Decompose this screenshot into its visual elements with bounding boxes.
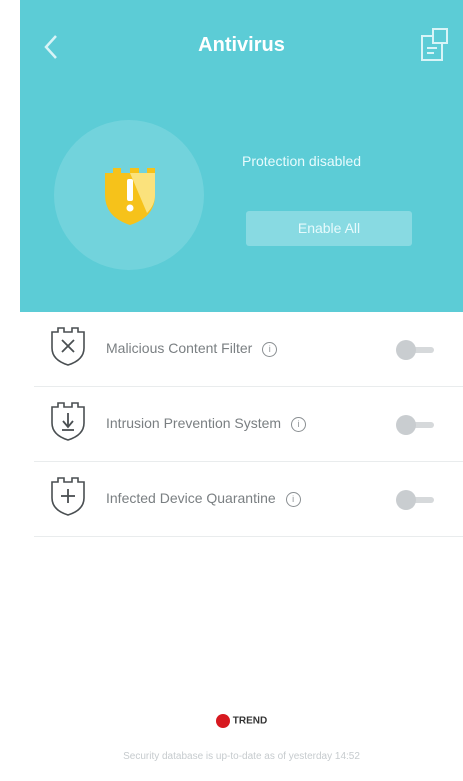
shield-warning-icon xyxy=(105,168,155,225)
feature-list: Malicious Content Filter i Intrusion Prev… xyxy=(20,312,463,537)
toggle-knob xyxy=(396,340,416,360)
info-icon[interactable]: i xyxy=(262,341,278,357)
feature-name: Intrusion Prevention System xyxy=(106,415,282,431)
feature-label: Malicious Content Filter i xyxy=(106,340,278,357)
toggle-knob xyxy=(396,415,416,435)
toggle-knob xyxy=(396,490,416,510)
feature-name: Infected Device Quarantine xyxy=(106,490,276,506)
back-button[interactable] xyxy=(38,30,66,64)
trend-micro-logo: TREND xyxy=(20,714,463,728)
list-item-intrusion-prevention-system: Intrusion Prevention System i xyxy=(34,387,463,462)
protection-status-circle xyxy=(54,120,204,270)
feature-name: Malicious Content Filter xyxy=(106,340,253,356)
brand-name: TREND xyxy=(232,715,268,727)
info-icon[interactable]: i xyxy=(291,416,307,432)
feature-label: Infected Device Quarantine i xyxy=(106,490,301,507)
antivirus-header: Antivirus Protection disabled Enable All xyxy=(20,0,463,312)
malicious-content-filter-toggle[interactable] xyxy=(396,340,436,360)
list-item-infected-device-quarantine: Infected Device Quarantine i xyxy=(34,462,463,537)
list-item-malicious-content-filter: Malicious Content Filter i xyxy=(34,312,463,387)
report-icon[interactable] xyxy=(419,26,451,66)
feature-label: Intrusion Prevention System i xyxy=(106,415,307,432)
intrusion-prevention-toggle[interactable] xyxy=(396,415,436,435)
shield-arrow-icon xyxy=(51,402,85,441)
infected-device-quarantine-toggle[interactable] xyxy=(396,490,436,510)
info-icon[interactable]: i xyxy=(285,491,301,507)
protection-status-text: Protection disabled xyxy=(242,153,362,169)
enable-all-button[interactable]: Enable All xyxy=(246,211,412,246)
shield-plus-icon xyxy=(51,477,85,516)
shield-x-icon xyxy=(51,327,85,366)
antivirus-screen: Antivirus Protection disabled Enable All xyxy=(20,0,463,781)
database-status-text: Security database is up-to-date as of ye… xyxy=(123,751,360,762)
page-title: Antivirus xyxy=(198,34,285,56)
trend-logo-icon xyxy=(215,714,230,728)
